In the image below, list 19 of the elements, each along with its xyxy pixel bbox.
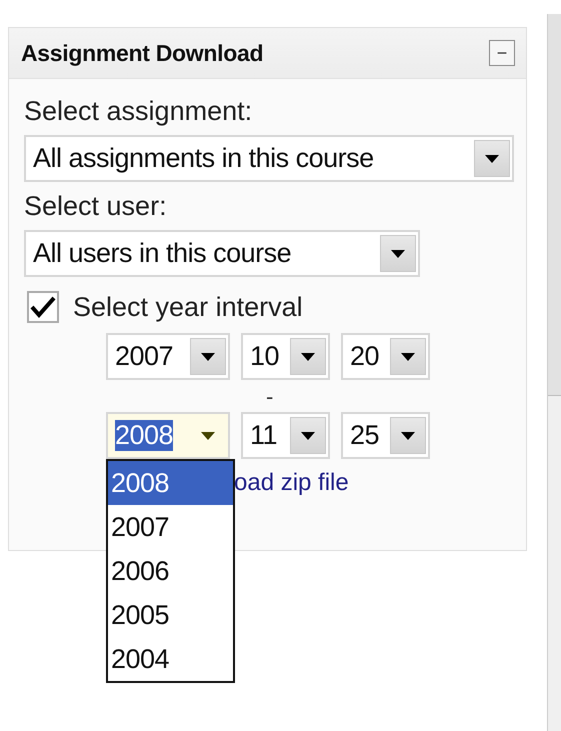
field-label: Select user:: [24, 190, 167, 223]
range-separator: -: [266, 383, 274, 411]
checkbox-label: Select year interval: [73, 291, 303, 324]
download-link[interactable]: oad zip file: [234, 469, 349, 496]
scrollbar[interactable]: [547, 14, 561, 731]
collapse-button[interactable]: −: [489, 40, 515, 66]
assignment-select[interactable]: All assignments in this course: [24, 135, 514, 182]
dropdown-option[interactable]: 2008: [108, 461, 233, 505]
block-title: Assignment Download: [21, 40, 264, 66]
date-select[interactable]: 11: [241, 412, 330, 459]
field-label: Select assignment:: [24, 95, 252, 128]
date-select[interactable]: 2008: [106, 412, 230, 459]
user-select[interactable]: All users in this course: [24, 230, 420, 277]
scrollbar-thumb[interactable]: [548, 14, 561, 396]
date-select[interactable]: 20: [341, 333, 430, 380]
date-select[interactable]: 10: [241, 333, 330, 380]
date-select[interactable]: 2007: [106, 333, 230, 380]
date-select[interactable]: 25: [341, 412, 430, 459]
checkbox[interactable]: [27, 291, 59, 323]
